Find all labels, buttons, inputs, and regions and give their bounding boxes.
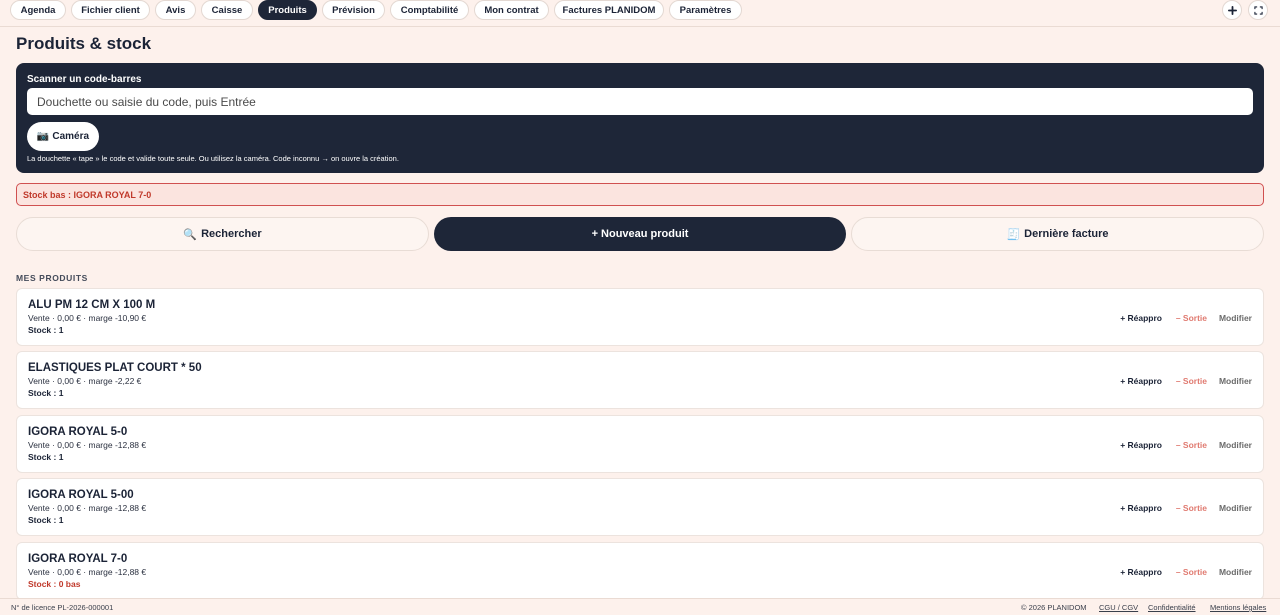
modifier-button[interactable]: Modifier [1219,313,1252,323]
fullscreen-icon[interactable] [1248,0,1268,20]
cgu-link[interactable]: CGU / CGV [1099,603,1138,612]
legal-link[interactable]: Mentions légales [1210,603,1266,612]
receipt-icon: 🧾 [1006,228,1021,241]
modifier-button[interactable]: Modifier [1219,503,1252,513]
product-card: IGORA ROYAL 7-0 Vente · 0,00 € · marge -… [16,542,1264,600]
product-name: IGORA ROYAL 5-00 [28,489,134,501]
modifier-button[interactable]: Modifier [1219,567,1252,577]
barcode-scanner-panel: Scanner un code-barres 📷 Caméra La douch… [16,63,1264,173]
search-button[interactable]: 🔍 Rechercher [16,217,429,251]
product-price-line: Vente · 0,00 € · marge -10,90 € [28,313,147,323]
modifier-button[interactable]: Modifier [1219,440,1252,450]
product-name: IGORA ROYAL 5-0 [28,426,128,438]
last-invoice-button[interactable]: 🧾 Dernière facture [851,217,1264,251]
product-name: ALU PM 12 CM X 100 M [28,299,156,311]
sortie-button[interactable]: – Sortie [1176,313,1207,323]
footer: N° de licence PL-2026-000001 © 2026 PLAN… [0,598,1280,615]
product-price-line: Vente · 0,00 € · marge -12,88 € [28,440,147,450]
product-stock: Stock : 0 bas [28,579,81,589]
product-stock: Stock : 1 [28,388,64,398]
tab-caisse[interactable]: Caisse [201,0,253,20]
tab-mon-contrat[interactable]: Mon contrat [474,0,549,20]
new-product-button-label: + Nouveau produit [591,228,689,240]
camera-button-label: Caméra [52,131,90,142]
tab-fichier-client[interactable]: Fichier client [71,0,150,20]
tab-parametres[interactable]: Paramètres [669,0,742,20]
camera-icon: 📷 [36,131,50,142]
scanner-label: Scanner un code-barres [27,74,142,85]
reappro-button[interactable]: + Réappro [1120,376,1162,386]
tab-produits[interactable]: Produits [258,0,317,20]
reappro-button[interactable]: + Réappro [1120,313,1162,323]
new-product-button[interactable]: + Nouveau produit [434,217,846,251]
low-stock-alert-text: Stock bas : IGORA ROYAL 7-0 [23,189,152,200]
license-number: N° de licence PL-2026-000001 [11,603,114,612]
scanner-help-text: La douchette « tape » le code et valide … [27,154,399,163]
page-title: Produits & stock [16,34,152,53]
product-price-line: Vente · 0,00 € · marge -12,88 € [28,567,147,577]
sortie-button[interactable]: – Sortie [1176,376,1207,386]
product-card: IGORA ROYAL 5-0 Vente · 0,00 € · marge -… [16,415,1264,473]
sortie-button[interactable]: – Sortie [1176,440,1207,450]
barcode-input[interactable] [27,88,1253,115]
modifier-button[interactable]: Modifier [1219,376,1252,386]
tab-avis[interactable]: Avis [155,0,196,20]
low-stock-alert: Stock bas : IGORA ROYAL 7-0 [16,183,1264,206]
product-card: IGORA ROYAL 5-00 Vente · 0,00 € · marge … [16,478,1264,536]
tab-factures-planidom[interactable]: Factures PLANIDOM [554,0,664,20]
top-nav: Agenda Fichier client Avis Caisse Produi… [0,0,1280,27]
product-name: IGORA ROYAL 7-0 [28,553,128,565]
search-button-label: Rechercher [201,228,262,240]
privacy-link[interactable]: Confidentialité [1148,603,1196,612]
reappro-button[interactable]: + Réappro [1120,503,1162,513]
reappro-button[interactable]: + Réappro [1120,440,1162,450]
plus-icon[interactable] [1222,0,1242,20]
product-card: ELASTIQUES PLAT COURT * 50 Vente · 0,00 … [16,351,1264,409]
tab-agenda[interactable]: Agenda [10,0,66,20]
camera-button[interactable]: 📷 Caméra [27,122,99,151]
product-stock: Stock : 1 [28,515,64,525]
sortie-button[interactable]: – Sortie [1176,503,1207,513]
product-price-line: Vente · 0,00 € · marge -12,88 € [28,503,147,513]
sortie-button[interactable]: – Sortie [1176,567,1207,577]
copyright: © 2026 PLANIDOM [1021,603,1087,612]
product-card: ALU PM 12 CM X 100 M Vente · 0,00 € · ma… [16,288,1264,346]
search-icon: 🔍 [183,228,198,241]
product-price-line: Vente · 0,00 € · marge -2,22 € [28,376,142,386]
reappro-button[interactable]: + Réappro [1120,567,1162,577]
tab-comptabilite[interactable]: Comptabilité [390,0,469,20]
last-invoice-button-label: Dernière facture [1024,228,1109,240]
tab-prevision[interactable]: Prévision [322,0,385,20]
product-stock: Stock : 1 [28,452,64,462]
products-section-heading: MES PRODUITS [16,273,88,283]
product-stock: Stock : 1 [28,325,64,335]
product-name: ELASTIQUES PLAT COURT * 50 [28,362,202,374]
